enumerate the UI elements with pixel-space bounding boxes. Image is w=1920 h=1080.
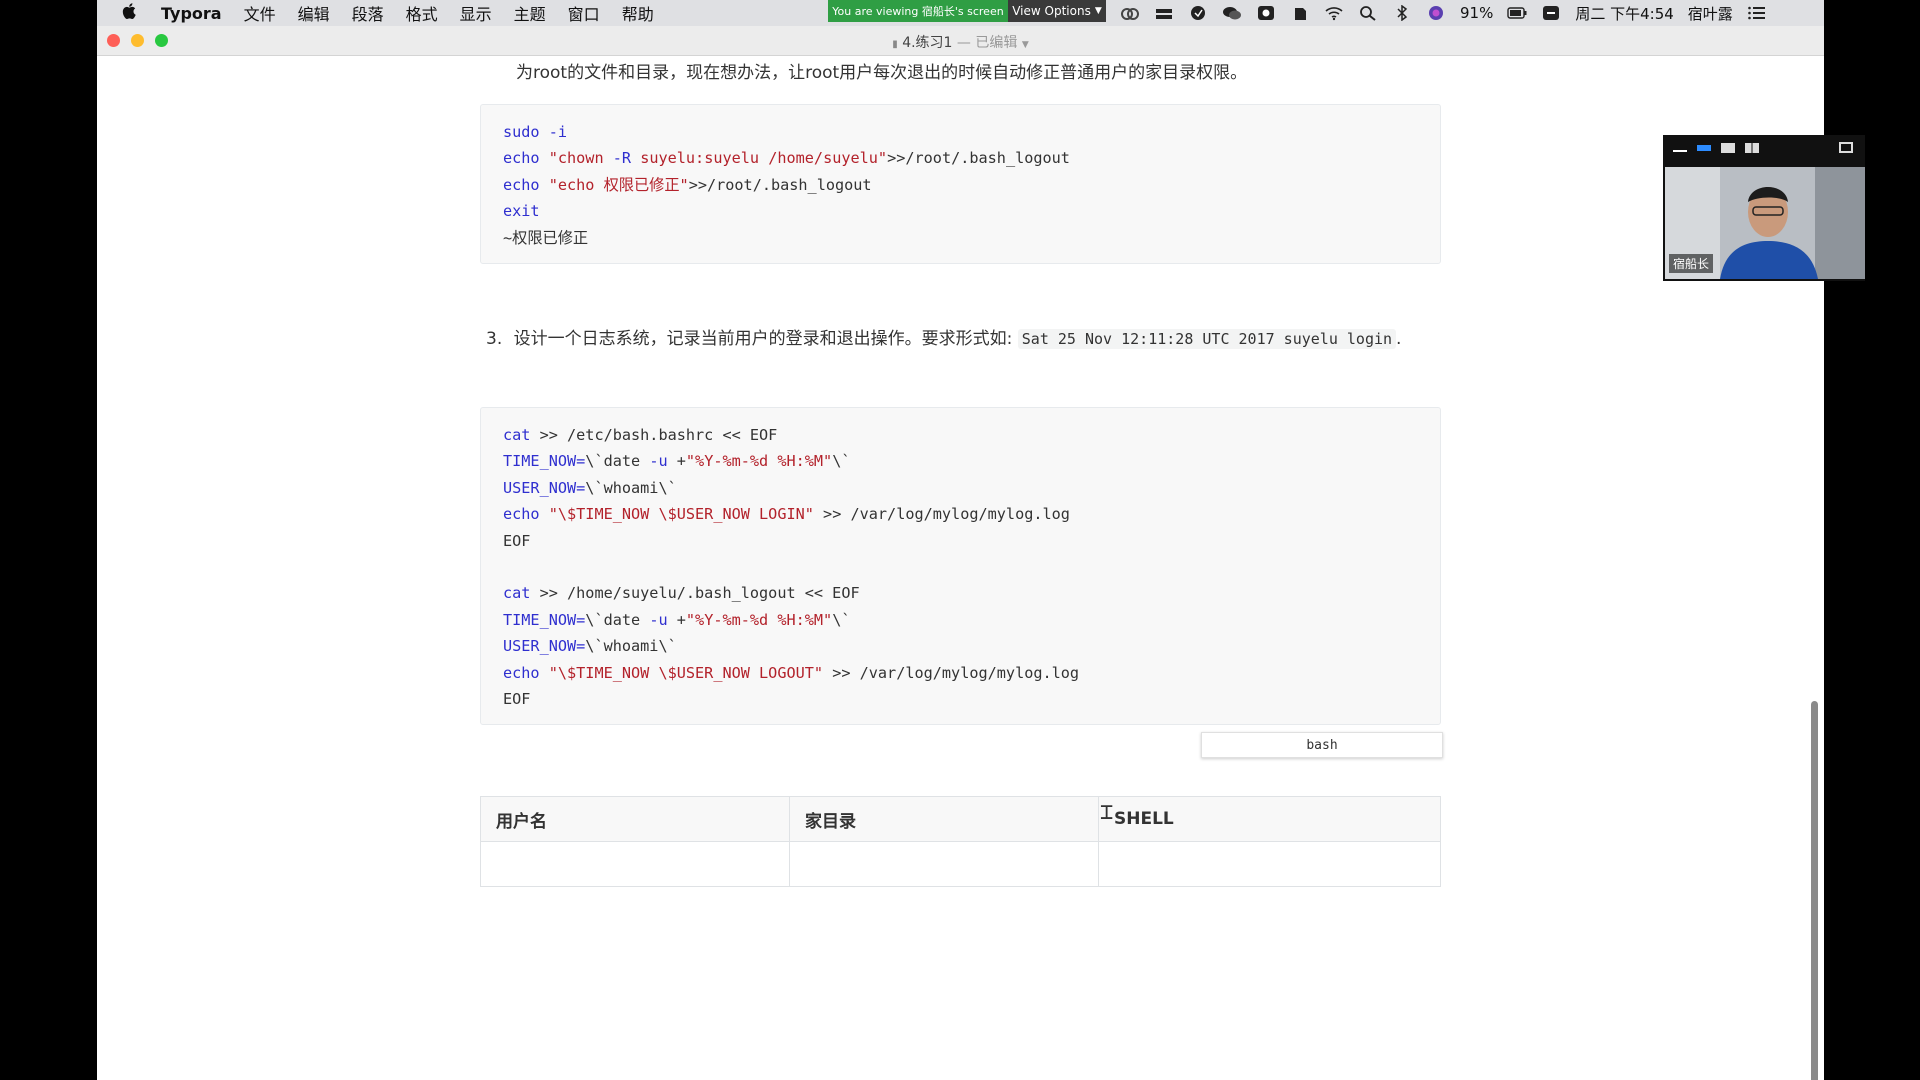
- menu-window[interactable]: 窗口: [568, 1, 600, 25]
- gallery-single-icon[interactable]: [1721, 142, 1735, 153]
- code-line: EOF: [503, 531, 531, 550]
- battery-icon[interactable]: [1507, 5, 1527, 21]
- code-language-selector[interactable]: bash: [1201, 732, 1443, 758]
- table-header-row: 用户名 家目录 SHELL: [480, 796, 1441, 842]
- text-cursor-icon: ⌶: [1100, 800, 1114, 825]
- status-area: 91% 周二 下午4:54 宿叶露: [1120, 0, 1767, 26]
- active-speaker-icon[interactable]: [1697, 144, 1711, 151]
- shield-icon[interactable]: [1188, 5, 1208, 21]
- table-cell[interactable]: [1098, 841, 1441, 887]
- code-line: echo "echo 权限已修正">>/root/.bash_logout: [503, 175, 872, 194]
- menu-clock[interactable]: 周二 下午4:54: [1575, 3, 1673, 24]
- code-line: echo "\$TIME_NOW \$USER_NOW LOGOUT" >> /…: [503, 663, 1080, 682]
- minimize-video-icon[interactable]: [1673, 144, 1687, 152]
- video-toolbar: [1663, 135, 1865, 160]
- document-icon: ▮: [892, 39, 898, 50]
- exit-fullscreen-icon[interactable]: [1839, 142, 1853, 153]
- code-line: EOF: [503, 690, 531, 709]
- menu-app-typora[interactable]: Typora: [161, 4, 222, 23]
- video-panel[interactable]: 宿船长: [1663, 135, 1865, 281]
- code-line: USER_NOW=\`whoami\`: [503, 478, 677, 497]
- window-title-bar: ▮ 4.练习1 — 已编辑 ▼: [97, 26, 1824, 56]
- list-item-3[interactable]: 3. 设计一个日志系统，记录当前用户的登录和退出操作。要求形式如: Sat 25…: [486, 322, 1441, 356]
- screen-share-banner: You are viewing 宿船长's screen: [828, 0, 1008, 22]
- participant-video: 宿船长: [1665, 167, 1865, 279]
- table-cell[interactable]: [789, 841, 1099, 887]
- intro-paragraph[interactable]: 为root的文件和目录，现在想办法，让root用户每次退出的时候自动修正普通用户…: [516, 56, 1476, 90]
- chevron-down-icon: ▼: [1021, 40, 1029, 50]
- battery-percent: 91%: [1460, 4, 1494, 22]
- view-options-label: View Options: [1012, 4, 1091, 18]
- wifi-icon[interactable]: [1324, 5, 1344, 21]
- camera-app-icon[interactable]: [1256, 5, 1276, 21]
- participant-name: 宿船长: [1669, 254, 1714, 273]
- code-line: cat >> /etc/bash.bashrc << EOF: [503, 426, 778, 444]
- code-line: exit: [503, 202, 540, 221]
- menu-help[interactable]: 帮助: [622, 1, 654, 25]
- menu-view[interactable]: 显示: [460, 1, 492, 25]
- document-title[interactable]: ▮ 4.练习1 — 已编辑 ▼: [97, 32, 1824, 52]
- menu-paragraph[interactable]: 段落: [352, 1, 384, 25]
- siri-icon[interactable]: [1426, 5, 1446, 21]
- code-block-1[interactable]: sudo -i echo "chown -R suyelu:suyelu /hom…: [480, 104, 1441, 264]
- evernote-icon[interactable]: [1290, 5, 1310, 21]
- user-table: 用户名 家目录 SHELL: [480, 796, 1441, 887]
- editor-area[interactable]: 为root的文件和目录，现在想办法，让root用户每次退出的时候自动修正普通用户…: [97, 56, 1824, 1080]
- wechat-icon[interactable]: [1222, 5, 1242, 21]
- bluetooth-icon[interactable]: [1392, 5, 1412, 21]
- view-options-button[interactable]: View Options ▼: [1008, 0, 1106, 22]
- list-item-text: 设计一个日志系统，记录当前用户的登录和退出操作。要求形式如:: [513, 329, 1013, 349]
- inline-code-example: Sat 25 Nov 12:11:28 UTC 2017 suyelu logi…: [1017, 329, 1397, 349]
- sync-app-icon[interactable]: [1541, 5, 1561, 21]
- menu-file[interactable]: 文件: [244, 1, 276, 25]
- dock-icon[interactable]: [1154, 5, 1174, 21]
- code-line: TIME_NOW=\`date -u +"%Y-%m-%d %H:%M"\`: [503, 452, 851, 471]
- code-line: TIME_NOW=\`date -u +"%Y-%m-%d %H:%M"\`: [503, 610, 851, 629]
- apple-menu-icon[interactable]: [115, 3, 143, 23]
- list-number: 3.: [486, 329, 503, 349]
- search-icon[interactable]: [1358, 5, 1378, 21]
- creative-cloud-icon[interactable]: [1120, 5, 1140, 21]
- document-edited-state: — 已编辑: [956, 35, 1018, 51]
- table-header-username[interactable]: 用户名: [480, 796, 790, 842]
- code-line: ~权限已修正: [503, 228, 589, 247]
- intro-text: 为root的文件和目录，现在想办法，让root用户每次退出的时候自动修正普通用户…: [516, 63, 1248, 83]
- code-line: cat >> /home/suyelu/.bash_logout << EOF: [503, 584, 860, 603]
- table-header-shell[interactable]: SHELL: [1098, 796, 1441, 842]
- table-cell[interactable]: [480, 841, 790, 887]
- code-line: echo "chown -R suyelu:suyelu /home/suyel…: [503, 149, 1070, 168]
- menu-user[interactable]: 宿叶露: [1688, 3, 1733, 24]
- code-line: USER_NOW=\`whoami\`: [503, 637, 677, 656]
- document-name: 4.练习1: [902, 35, 953, 51]
- menu-theme[interactable]: 主题: [514, 1, 546, 25]
- code-line: echo "\$TIME_NOW \$USER_NOW LOGIN" >> /v…: [503, 505, 1070, 524]
- list-icon[interactable]: [1747, 5, 1767, 21]
- list-item-trail: .: [1396, 329, 1402, 349]
- chevron-down-icon: ▼: [1094, 6, 1102, 16]
- menu-edit[interactable]: 编辑: [298, 1, 330, 25]
- gallery-grid-icon[interactable]: [1745, 142, 1759, 153]
- code-line: sudo -i: [503, 123, 568, 141]
- code-block-2[interactable]: cat >> /etc/bash.bashrc << EOF TIME_NOW=\…: [480, 407, 1441, 725]
- menu-format[interactable]: 格式: [406, 1, 438, 25]
- table-header-home-dir[interactable]: 家目录: [789, 796, 1099, 842]
- scrollbar[interactable]: [1811, 701, 1818, 1080]
- table-row: [480, 841, 1441, 887]
